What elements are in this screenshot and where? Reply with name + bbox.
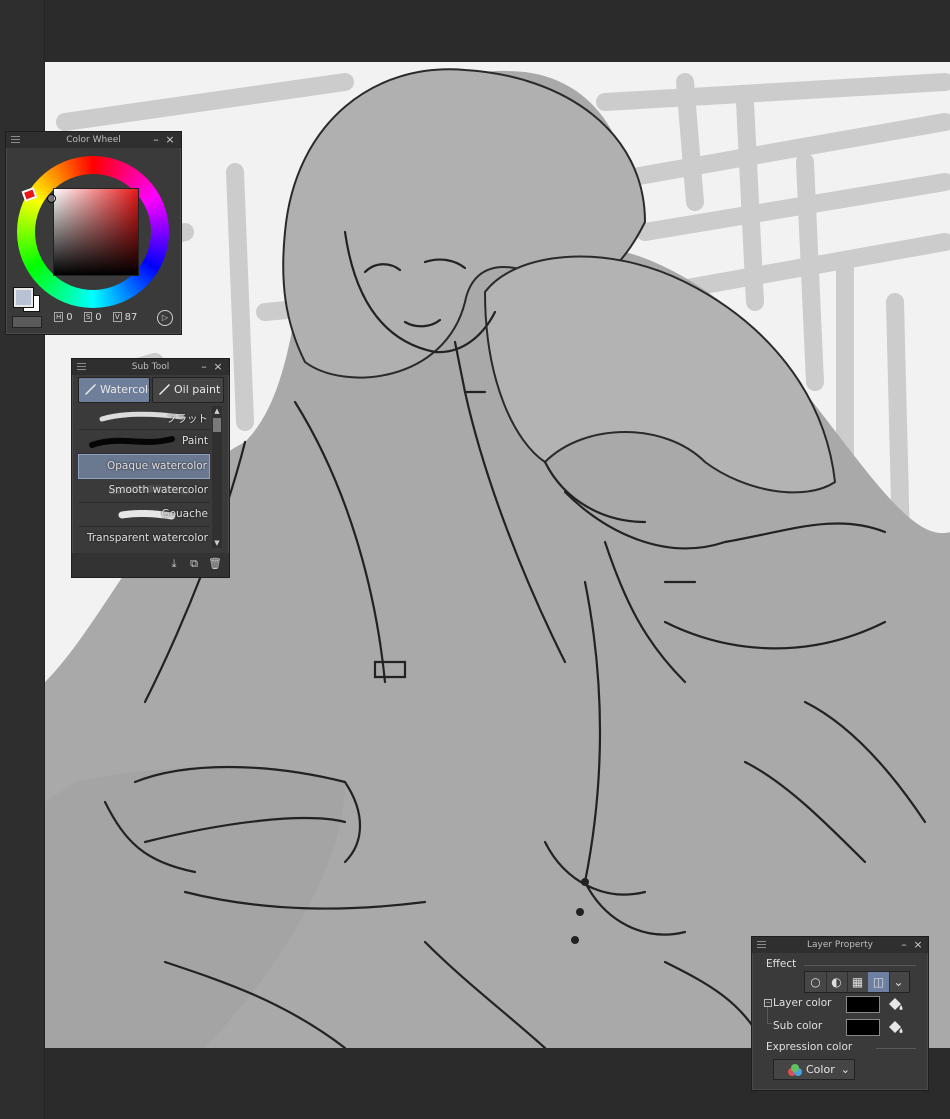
- list-item-label: Gouache: [161, 508, 208, 520]
- expression-color-select[interactable]: Color ⌄: [773, 1059, 855, 1080]
- layer-property-titlebar[interactable]: Layer Property – ×: [752, 937, 928, 953]
- import-icon[interactable]: ⤓: [168, 558, 180, 570]
- sub-tool-panel: Sub Tool – × Watercolor Oil paint フラット P…: [71, 358, 230, 578]
- scroll-down-icon[interactable]: ▼: [212, 538, 222, 548]
- menu-icon[interactable]: [77, 363, 86, 371]
- chevron-down-icon[interactable]: ⌄: [889, 972, 908, 992]
- tone-icon[interactable]: ▦: [847, 972, 869, 992]
- sv-picker-marker[interactable]: [47, 194, 56, 203]
- scroll-thumb[interactable]: [213, 418, 221, 432]
- s-key: S: [83, 312, 93, 322]
- list-item[interactable]: Paint: [78, 430, 210, 454]
- sub-color-swatch[interactable]: [846, 1019, 880, 1036]
- expression-color-label: Expression color: [766, 1041, 853, 1053]
- v-value[interactable]: 87: [125, 312, 138, 323]
- list-item[interactable]: Smooth watercolor: [78, 479, 210, 503]
- list-item[interactable]: Gouache: [78, 503, 210, 527]
- list-item-label: Paint: [182, 435, 208, 447]
- chevron-down-icon: ⌄: [840, 1063, 850, 1076]
- tab-label: Watercolor: [100, 383, 149, 396]
- brush-stroke-preview: [89, 436, 175, 448]
- divider: [804, 965, 916, 966]
- menu-icon[interactable]: [11, 136, 20, 144]
- list-item-label: Opaque watercolor: [106, 460, 207, 472]
- list-item[interactable]: Transparent watercolor: [78, 527, 210, 548]
- tree-line: [767, 1007, 768, 1023]
- list-item[interactable]: Opaque watercolor: [78, 454, 210, 479]
- list-item[interactable]: フラット: [78, 406, 210, 430]
- paint-bucket-icon[interactable]: [886, 996, 904, 1012]
- h-key: H: [54, 312, 64, 322]
- expression-color-value: Color: [806, 1063, 835, 1076]
- brush-icon: [159, 384, 170, 395]
- list-item-label: Smooth watercolor: [108, 484, 208, 496]
- layer-color-label: Layer color: [773, 997, 832, 1009]
- tree-line: [767, 1023, 772, 1024]
- panel-title: Layer Property: [806, 940, 874, 950]
- list-item-label: Transparent watercolor: [86, 532, 208, 544]
- close-icon[interactable]: ×: [164, 132, 176, 148]
- scroll-up-icon[interactable]: ▲: [212, 406, 222, 416]
- minimize-icon[interactable]: –: [198, 359, 210, 375]
- s-value[interactable]: 0: [95, 312, 101, 323]
- panel-title: Sub Tool: [131, 362, 170, 372]
- layer-color-swatch[interactable]: [846, 996, 880, 1013]
- watercolor-edge-icon[interactable]: ◐: [826, 972, 848, 992]
- sub-tool-titlebar[interactable]: Sub Tool – ×: [72, 359, 229, 375]
- close-icon[interactable]: ×: [912, 937, 924, 953]
- tab-oil-paint[interactable]: Oil paint: [152, 377, 224, 403]
- layer-property-panel: Layer Property – × Effect ○ ◐ ▦ ◫ ⌄ − La…: [751, 936, 929, 1091]
- tab-watercolor[interactable]: Watercolor: [78, 377, 150, 403]
- sub-color-label: Sub color: [773, 1020, 823, 1032]
- sub-tool-list: フラット Paint Opaque watercolor Smooth wate…: [78, 406, 210, 548]
- duplicate-icon[interactable]: ⧉: [188, 558, 200, 570]
- paint-bucket-icon[interactable]: [886, 1019, 904, 1035]
- brush-icon: [85, 384, 96, 395]
- sub-tool-scrollbar[interactable]: ▲ ▼: [212, 406, 222, 548]
- layer-color-effect-icon[interactable]: ◫: [868, 972, 890, 992]
- panel-title: Color Wheel: [66, 135, 121, 145]
- trash-icon[interactable]: 🗑: [208, 558, 222, 570]
- tab-label: Oil paint: [174, 383, 221, 396]
- hsv-readout: H0 S0 V 87: [54, 312, 137, 323]
- list-item-label: フラット: [166, 413, 208, 425]
- effect-label: Effect: [766, 958, 797, 970]
- color-wheel-panel: Color Wheel – × H0 S0 V 87 ▷: [5, 131, 182, 335]
- main-color-swatch[interactable]: [14, 288, 33, 307]
- h-value[interactable]: 0: [66, 312, 72, 323]
- effect-buttons: ○ ◐ ▦ ◫ ⌄: [804, 971, 910, 993]
- minimize-icon[interactable]: –: [898, 937, 910, 953]
- menu-icon[interactable]: [757, 941, 766, 949]
- color-dots-icon: [788, 1064, 802, 1076]
- minimize-icon[interactable]: –: [150, 132, 162, 148]
- border-effect-icon[interactable]: ○: [805, 972, 827, 992]
- close-icon[interactable]: ×: [212, 359, 224, 375]
- play-icon[interactable]: ▷: [157, 310, 173, 326]
- color-mode-toggle[interactable]: [12, 316, 42, 328]
- color-wheel-titlebar[interactable]: Color Wheel – ×: [6, 132, 181, 148]
- divider: [876, 1048, 916, 1049]
- collapse-icon[interactable]: −: [764, 999, 772, 1007]
- v-key: V: [112, 312, 122, 322]
- saturation-value-square[interactable]: [53, 188, 139, 276]
